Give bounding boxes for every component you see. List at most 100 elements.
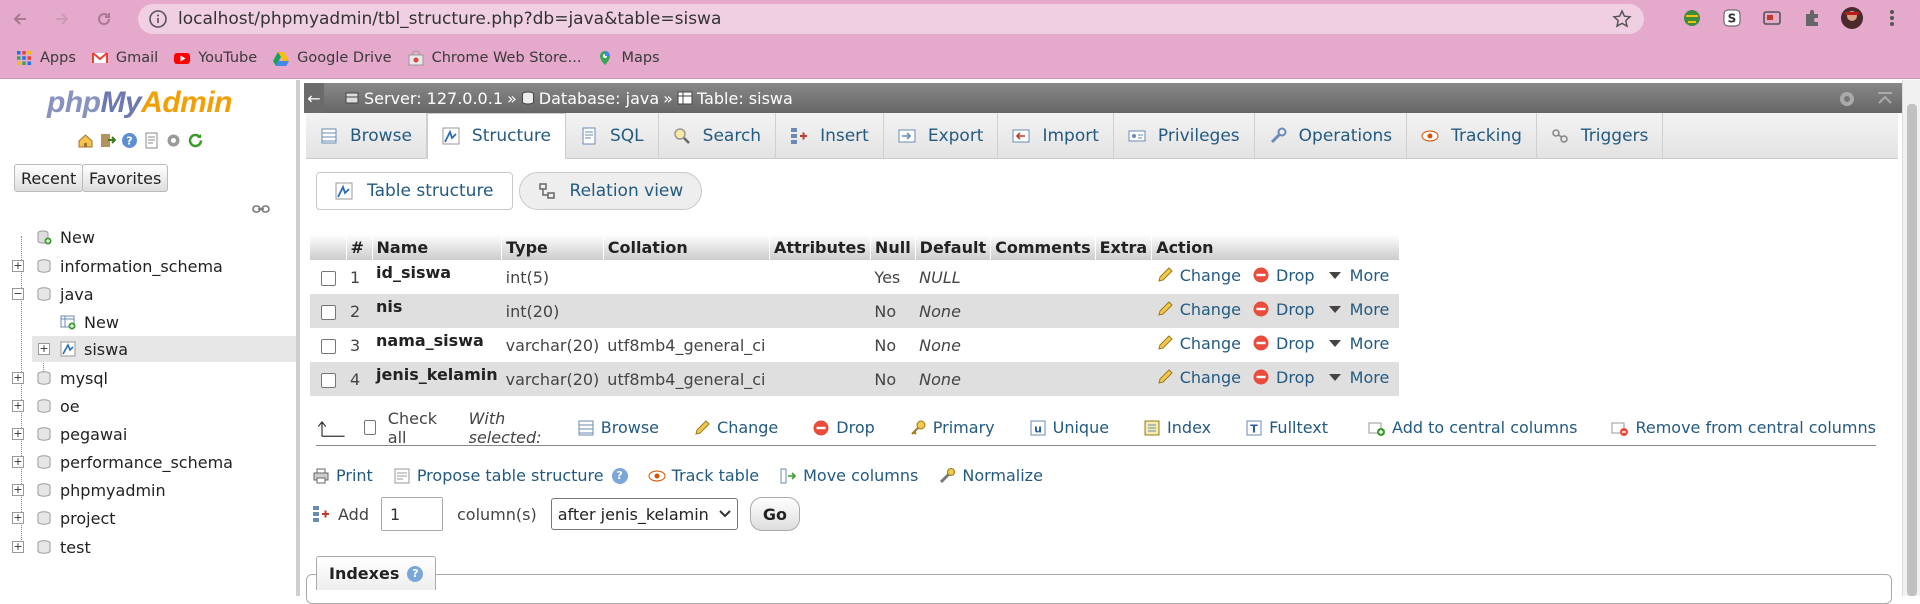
forward-button[interactable]: [48, 5, 76, 33]
collapse-toggle[interactable]: −: [12, 288, 24, 300]
expand-toggle[interactable]: +: [12, 428, 24, 440]
tree-item-new-database[interactable]: New: [36, 224, 95, 250]
drop-action[interactable]: Drop: [1252, 368, 1315, 387]
tree-item-information-schema[interactable]: information_schema: [36, 253, 223, 279]
tree-item-java[interactable]: java: [36, 281, 94, 307]
row-checkbox[interactable]: [320, 270, 336, 286]
expand-toggle[interactable]: +: [12, 541, 24, 553]
print-link[interactable]: Print: [312, 466, 373, 485]
extension-window-icon[interactable]: [1760, 6, 1784, 30]
tree-item-test[interactable]: test: [36, 534, 91, 560]
change-action[interactable]: Change: [1156, 300, 1241, 319]
tree-item-mysql[interactable]: mysql: [36, 365, 108, 391]
tree-item-oe[interactable]: oe: [36, 393, 80, 419]
row-checkbox[interactable]: [320, 304, 336, 320]
selected-browse-button[interactable]: Browse: [577, 418, 659, 437]
normalize-link[interactable]: Normalize: [938, 466, 1043, 485]
more-action[interactable]: More: [1326, 266, 1389, 285]
collapse-all-link-icon[interactable]: [252, 204, 270, 214]
breadcrumb-database[interactable]: Database: java: [521, 89, 659, 108]
collapse-panel-arrow-icon[interactable]: ←: [304, 83, 324, 113]
propose-table-structure-link[interactable]: Propose table structure?: [393, 466, 628, 485]
drop-action[interactable]: Drop: [1252, 266, 1315, 285]
page-scrollbar[interactable]: [1902, 80, 1920, 596]
expand-toggle[interactable]: +: [12, 372, 24, 384]
move-columns-link[interactable]: Move columns: [779, 466, 918, 485]
tab-import[interactable]: Import: [998, 113, 1114, 159]
track-table-link[interactable]: Track table: [648, 466, 759, 485]
change-action[interactable]: Change: [1156, 368, 1241, 387]
tree-item-siswa[interactable]: siswa: [60, 336, 128, 362]
tree-item-project[interactable]: project: [36, 505, 116, 531]
tree-item-pegawai[interactable]: pegawai: [36, 421, 127, 447]
column-position-select[interactable]: after jenis_kelamin: [550, 498, 738, 530]
expand-toggle[interactable]: +: [38, 343, 50, 355]
expand-toggle[interactable]: +: [12, 484, 24, 496]
selected-primary-button[interactable]: Primary: [909, 418, 995, 437]
phpmyadmin-logo[interactable]: phpMyAdmin: [47, 86, 232, 120]
page-settings-gear-icon[interactable]: [1836, 88, 1858, 110]
bookmark-gmail[interactable]: Gmail: [91, 50, 158, 66]
back-button[interactable]: [6, 5, 34, 33]
selected-fulltext-button[interactable]: T Fulltext: [1245, 418, 1328, 437]
breadcrumb-table[interactable]: Table: siswa: [677, 89, 793, 108]
tab-privileges[interactable]: Privileges: [1114, 113, 1255, 159]
add-column-count-input[interactable]: 1: [380, 497, 443, 531]
selected-index-button[interactable]: Index: [1143, 418, 1211, 437]
change-action[interactable]: Change: [1156, 266, 1241, 285]
more-action[interactable]: More: [1326, 334, 1389, 353]
add-to-central-columns-button[interactable]: Add to central columns: [1368, 418, 1577, 437]
bookmark-apps[interactable]: Apps: [16, 50, 76, 66]
bookmark-google-drive[interactable]: Google Drive: [273, 50, 392, 66]
reload-navigation-icon[interactable]: [187, 132, 204, 149]
header-null[interactable]: Null: [870, 234, 916, 260]
browser-menu-icon[interactable]: [1880, 6, 1904, 30]
url-text[interactable]: localhost/phpmyadmin/tbl_structure.php?d…: [178, 9, 721, 29]
tab-export[interactable]: Export: [884, 113, 999, 159]
help-icon[interactable]: ?: [121, 132, 138, 149]
expand-toggle[interactable]: +: [12, 456, 24, 468]
more-action[interactable]: More: [1326, 300, 1389, 319]
bookmark-chrome-web-store[interactable]: Chrome Web Store...: [408, 50, 581, 66]
extension-globe-icon[interactable]: [1680, 6, 1704, 30]
tree-item-performance-schema[interactable]: performance_schema: [36, 449, 233, 475]
tree-item-phpmyadmin[interactable]: phpmyadmin: [36, 477, 166, 503]
header-default[interactable]: Default: [915, 234, 992, 260]
header-attributes[interactable]: Attributes: [769, 234, 871, 260]
tab-operations[interactable]: Operations: [1255, 113, 1408, 159]
remove-from-central-columns-button[interactable]: Remove from central columns: [1611, 418, 1876, 437]
settings-gear-icon[interactable]: [165, 132, 182, 149]
tab-browse[interactable]: Browse: [306, 113, 427, 159]
selected-drop-button[interactable]: Drop: [812, 418, 875, 437]
drop-action[interactable]: Drop: [1252, 334, 1315, 353]
help-icon[interactable]: ?: [611, 467, 628, 484]
address-bar[interactable]: localhost/phpmyadmin/tbl_structure.php?d…: [138, 4, 1644, 34]
selected-change-button[interactable]: Change: [693, 418, 778, 437]
logout-icon[interactable]: [99, 132, 116, 149]
header-comments[interactable]: Comments: [990, 234, 1096, 260]
bookmark-youtube[interactable]: YouTube: [174, 50, 257, 66]
favorites-button[interactable]: Favorites: [82, 164, 169, 192]
change-action[interactable]: Change: [1156, 334, 1241, 353]
selected-unique-button[interactable]: u Unique: [1029, 418, 1109, 437]
extensions-puzzle-icon[interactable]: [1800, 6, 1824, 30]
subtab-relation-view[interactable]: Relation view: [518, 172, 703, 210]
more-action[interactable]: More: [1326, 368, 1389, 387]
recent-button[interactable]: Recent: [14, 164, 84, 192]
tab-triggers[interactable]: Triggers: [1537, 113, 1664, 159]
expand-toggle[interactable]: +: [12, 260, 24, 272]
reload-button[interactable]: [90, 5, 118, 33]
tab-insert[interactable]: Insert: [776, 113, 884, 159]
tab-structure[interactable]: Structure: [426, 113, 566, 159]
row-checkbox[interactable]: [320, 338, 336, 354]
breadcrumb-server[interactable]: Server: 127.0.0.1: [344, 89, 503, 108]
check-all-checkbox[interactable]: [364, 420, 376, 435]
tree-item-new-table[interactable]: New: [60, 309, 119, 335]
info-icon[interactable]: [148, 9, 168, 29]
header-collation[interactable]: Collation: [603, 234, 771, 260]
bookmark-maps[interactable]: Maps: [597, 50, 660, 66]
tab-search[interactable]: Search: [659, 113, 777, 159]
expand-toggle[interactable]: +: [12, 400, 24, 412]
header-extra[interactable]: Extra: [1095, 234, 1153, 260]
profile-avatar-icon[interactable]: [1840, 6, 1864, 30]
